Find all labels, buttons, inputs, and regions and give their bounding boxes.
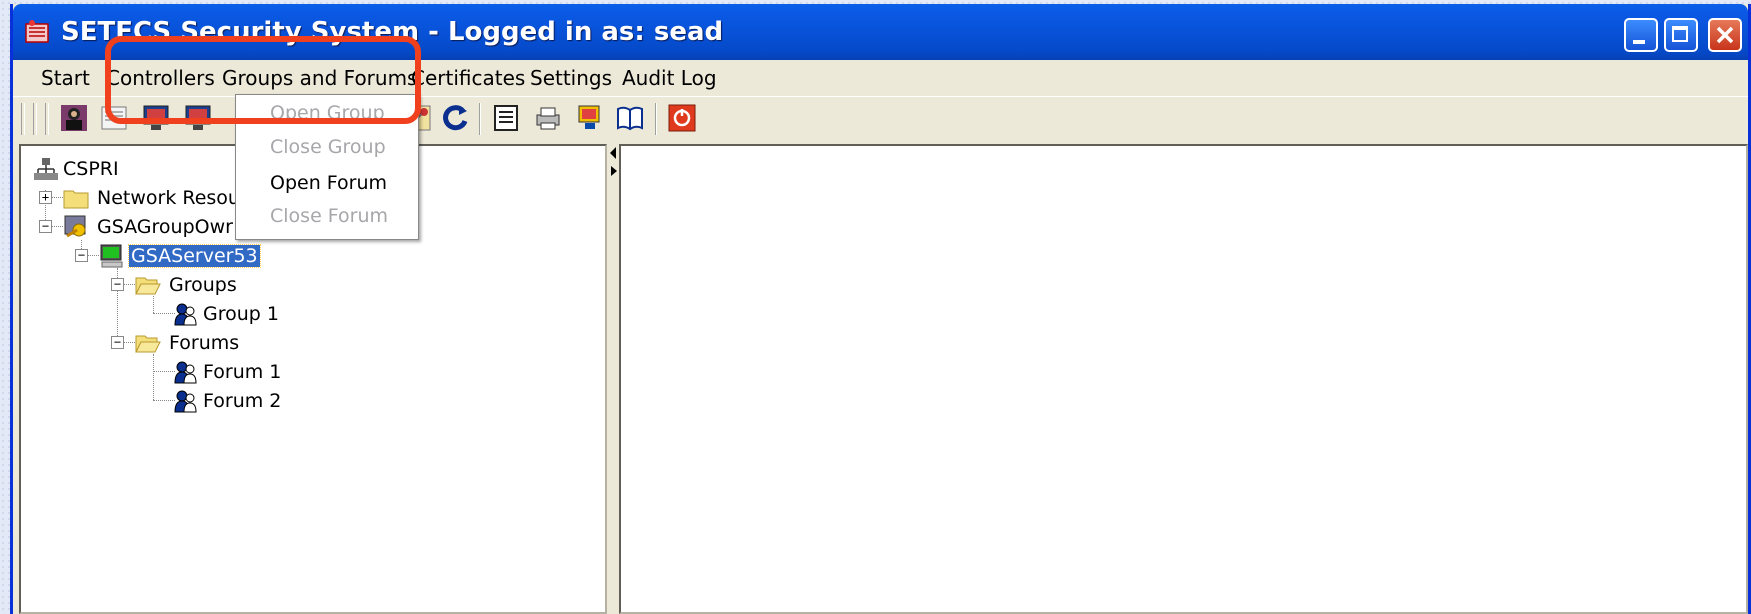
menu-controllers[interactable]: Controllers [106, 66, 215, 90]
tree-label-group-1: Group 1 [203, 303, 279, 325]
menu-audit-log[interactable]: Audit Log [622, 66, 717, 90]
tree-label-groups: Groups [169, 274, 237, 296]
toolbar-grip[interactable] [45, 103, 49, 135]
minimize-button[interactable] [1624, 18, 1658, 52]
tree-node-group-owner[interactable]: GSAGroupOwr [61, 214, 261, 240]
tree-node-forums[interactable]: Forums [133, 330, 333, 356]
toolbar-grip[interactable] [33, 103, 37, 135]
tree-line [153, 296, 154, 313]
tree-label-server: GSAServer53 [128, 244, 261, 268]
groups-and-forums-dropdown: Open Group Close Group Open Forum Close … [235, 94, 419, 240]
tree-node-forum-2[interactable]: Forum 2 [171, 388, 371, 414]
menu-close-forum[interactable]: Close Forum [270, 205, 388, 227]
user-icon[interactable] [59, 103, 89, 133]
toolbar-grip[interactable] [21, 103, 25, 135]
tree-label-forums: Forums [169, 332, 240, 354]
tree-label-forum-2: Forum 2 [203, 390, 282, 412]
close-icon [1716, 26, 1734, 44]
menu-open-forum[interactable]: Open Forum [270, 172, 387, 194]
tree-node-group-1[interactable]: Group 1 [171, 301, 371, 327]
menu-groups-and-forums[interactable]: Groups and Forums [222, 66, 417, 90]
maximize-icon [1672, 26, 1688, 42]
menu-settings[interactable]: Settings [530, 66, 612, 90]
tree-node-server[interactable]: GSAServer53 [97, 243, 297, 269]
collapse-toggle[interactable]: − [39, 220, 52, 233]
menu-close-group[interactable]: Close Group [270, 136, 386, 158]
collapse-toggle[interactable]: − [111, 278, 124, 291]
toolbar-separator [655, 103, 657, 135]
menu-start[interactable]: Start [41, 66, 90, 90]
collapse-toggle[interactable]: − [75, 249, 88, 262]
collapse-toggle[interactable]: − [111, 336, 124, 349]
minimize-icon [1633, 40, 1645, 44]
app-window: SETECS Security System - Logged in as: s… [10, 4, 1751, 614]
network-icon [34, 158, 58, 180]
users-icon [174, 390, 197, 413]
tree-label-network-resources: Network Resou [97, 187, 240, 209]
users-icon [174, 303, 197, 326]
properties-icon[interactable] [491, 103, 521, 133]
refresh-icon[interactable] [441, 103, 471, 133]
expand-toggle[interactable]: + [39, 191, 52, 204]
title-bar[interactable]: SETECS Security System - Logged in as: s… [13, 4, 1748, 60]
tree-label-group-owner: GSAGroupOwr [97, 216, 233, 238]
users-icon [174, 361, 197, 384]
help-book-icon[interactable] [615, 103, 645, 133]
detail-pane[interactable] [619, 144, 1748, 614]
tree-line [153, 354, 154, 400]
menu-certificates[interactable]: Certificates [411, 66, 525, 90]
menu-bar: Start Controllers Groups and Forums Cert… [13, 60, 1748, 96]
print-icon[interactable] [533, 103, 563, 133]
monitor-icon[interactable] [183, 103, 213, 133]
monitor-alert-icon[interactable] [575, 103, 605, 133]
app-logo-icon [25, 20, 49, 43]
tree-node-root[interactable]: CSPRI [31, 156, 231, 182]
menu-open-group[interactable]: Open Group [270, 102, 385, 124]
maximize-button[interactable] [1664, 18, 1698, 52]
certificate-icon[interactable] [99, 103, 129, 133]
computer-icon [100, 244, 123, 268]
monitor-icon[interactable] [141, 103, 171, 133]
folder-open-icon [135, 335, 161, 353]
key-icon [64, 215, 86, 238]
folder-open-icon [135, 277, 161, 295]
power-icon[interactable] [667, 103, 697, 133]
tree-node-forum-1[interactable]: Forum 1 [171, 359, 371, 385]
folder-icon [63, 190, 89, 209]
tree-label-forum-1: Forum 1 [203, 361, 282, 383]
window-title: SETECS Security System - Logged in as: s… [61, 17, 724, 47]
tree-label-root: CSPRI [63, 158, 119, 180]
toolbar-separator [479, 103, 481, 135]
tree-node-groups[interactable]: Groups [133, 272, 333, 298]
tree-node-network-resources[interactable]: Network Resou [61, 185, 261, 211]
close-button[interactable] [1708, 18, 1742, 52]
pane-splitter[interactable] [607, 144, 619, 614]
